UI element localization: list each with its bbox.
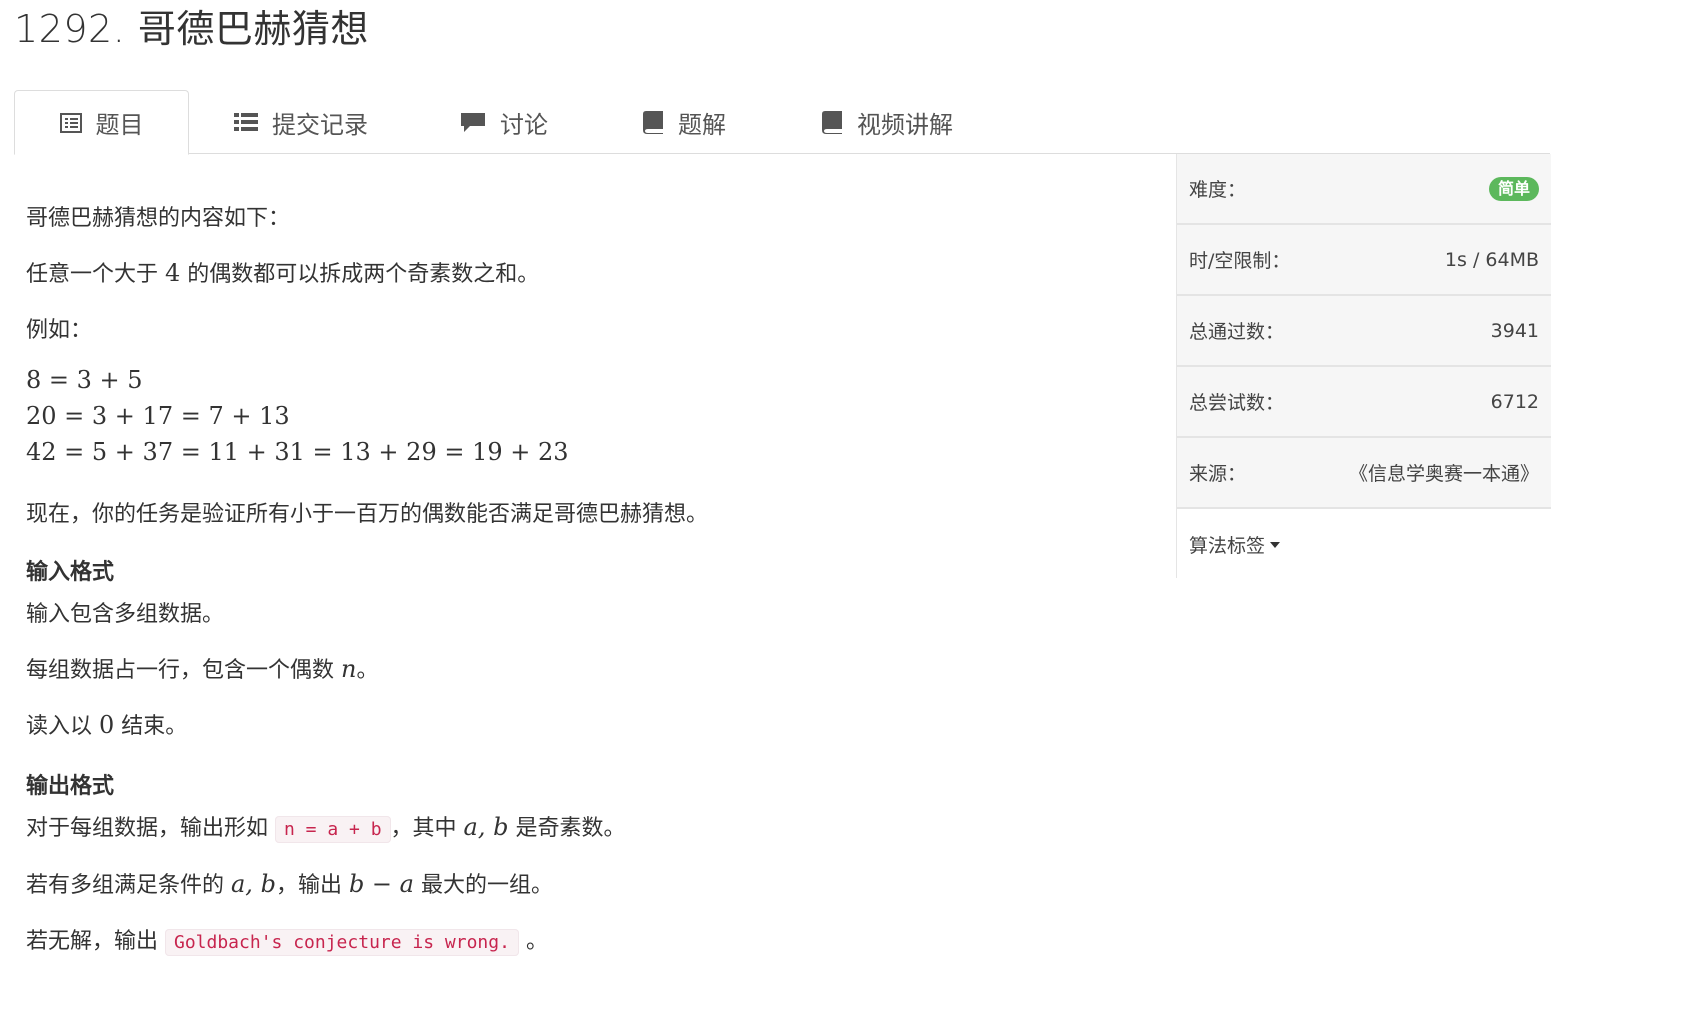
input-format-heading: 输入格式 [26, 560, 115, 585]
source-value[interactable]: 《信息学奥赛一本通》 [1349, 459, 1539, 486]
math-var-ab: a, b [231, 870, 276, 898]
tab-video-label: 视频讲解 [857, 110, 953, 139]
attempts-label: 总尝试数： [1189, 392, 1285, 414]
math-var-n: n [341, 655, 357, 683]
input-line: 每组数据占一行，包含一个偶数 n。 [26, 655, 379, 683]
example-label: 例如： [26, 318, 93, 343]
tab-discussion[interactable]: 讨论 [460, 90, 548, 154]
limit-label: 时/空限制： [1189, 250, 1291, 272]
math-expr-b-minus-a: b − a [348, 870, 414, 898]
limit-row: 时/空限制： 1s / 64MB [1177, 225, 1551, 296]
tab-solutions[interactable]: 题解 [642, 90, 726, 154]
intro-text: 哥德巴赫猜想的内容如下： [26, 206, 291, 231]
attempts-row: 总尝试数： 6712 [1177, 367, 1551, 438]
source-label: 来源： [1189, 463, 1247, 485]
tab-solutions-label: 题解 [678, 110, 726, 139]
output-line: 对于每组数据，输出形如 n = a + b ，其中 a, b 是奇素数。 [26, 813, 626, 843]
output-line: 若无解，输出 Goldbach's conjecture is wrong. 。 [26, 929, 548, 956]
page-title: 1292. 哥德巴赫猜想 [14, 7, 369, 51]
equation-line: 8 = 3 + 5 [26, 366, 143, 394]
difficulty-badge: 简单 [1488, 176, 1539, 201]
attempts-value: 6712 [1490, 390, 1539, 413]
tab-bar: 题目 提交记录 讨论 题解 视频讲解 [14, 90, 1550, 155]
tab-problem-label: 题目 [95, 111, 144, 139]
output-line: 若有多组满足条件的 a, b，输出 b − a 最大的一组。 [26, 870, 553, 898]
algorithm-tags-label[interactable]: 算法标签 [1189, 531, 1265, 558]
source-row: 来源： 《信息学奥赛一本通》 [1177, 438, 1551, 509]
inline-code: n = a + b [275, 816, 391, 843]
difficulty-label: 难度： [1189, 179, 1247, 201]
tab-submissions-label: 提交记录 [272, 110, 368, 139]
passed-row: 总通过数： 3941 [1177, 296, 1551, 367]
statement-text: 任意一个大于 4 的偶数都可以拆成两个奇素数之和。 [26, 259, 540, 287]
problem-info-panel: 难度： 简单 时/空限制： 1s / 64MB 总通过数： 3941 总尝试数：… [1176, 154, 1551, 580]
task-text: 现在，你的任务是验证所有小于一百万的偶数能否满足哥德巴赫猜想。 [26, 502, 709, 527]
caret-down-icon[interactable] [1270, 541, 1281, 548]
difficulty-row: 难度： 简单 [1177, 154, 1551, 225]
equation-line: 42 = 5 + 37 = 11 + 31 = 13 + 29 = 19 + 2… [26, 438, 569, 466]
output-format-heading: 输出格式 [26, 774, 115, 799]
input-line: 输入包含多组数据。 [26, 602, 225, 627]
tab-video[interactable]: 视频讲解 [821, 90, 953, 154]
equation-line: 20 = 3 + 17 = 7 + 13 [26, 402, 290, 430]
math-zero: 0 [99, 711, 115, 739]
book-icon [642, 110, 664, 134]
list-icon [234, 111, 258, 133]
math-var-ab: a, b [463, 813, 509, 841]
tab-discussion-label: 讨论 [500, 110, 548, 139]
input-line: 读入以 0 结束。 [26, 711, 188, 739]
list-alt-icon [59, 112, 82, 134]
tab-submissions[interactable]: 提交记录 [234, 90, 368, 154]
passed-value: 3941 [1490, 319, 1539, 342]
math-four: 4 [165, 259, 181, 287]
book-icon [821, 110, 843, 134]
tab-problem[interactable]: 题目 [14, 90, 189, 155]
algorithm-tags-dropdown[interactable]: 算法标签 [1177, 509, 1551, 580]
passed-label: 总通过数： [1189, 321, 1285, 343]
limit-value: 1s / 64MB [1444, 248, 1539, 271]
inline-code: Goldbach's conjecture is wrong. [165, 929, 519, 956]
comment-icon [460, 111, 486, 133]
